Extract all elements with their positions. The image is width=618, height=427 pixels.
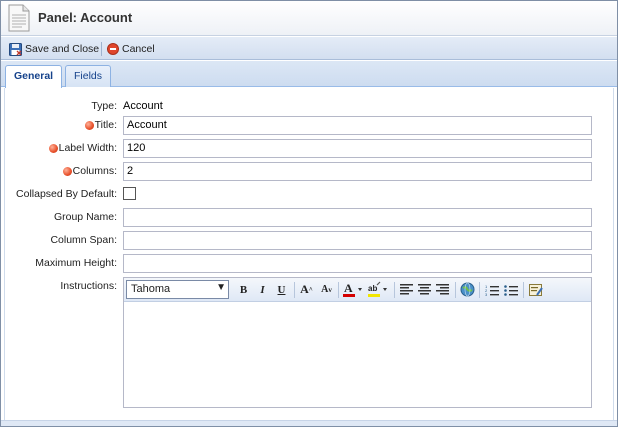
tab-fields[interactable]: Fields bbox=[65, 65, 112, 87]
save-and-close-button[interactable]: Save and Close bbox=[9, 41, 99, 57]
title-label-text: Title: bbox=[94, 119, 117, 131]
italic-icon[interactable]: I bbox=[254, 281, 271, 298]
grow-text-icon[interactable]: A ^ bbox=[298, 281, 315, 298]
font-color-icon[interactable]: A bbox=[342, 281, 364, 298]
panel-header: Panel: Account bbox=[1, 1, 617, 36]
align-center-icon[interactable] bbox=[416, 281, 433, 298]
max-height-input[interactable] bbox=[123, 254, 592, 273]
title-row: Title: Account bbox=[5, 116, 615, 136]
label-width-row: Label Width: 120 bbox=[5, 139, 615, 159]
column-span-label: Column Span: bbox=[50, 234, 117, 246]
source-edit-icon[interactable] bbox=[527, 281, 544, 298]
label-width-label-text: Label Width: bbox=[58, 142, 117, 154]
align-left-icon[interactable] bbox=[398, 281, 415, 298]
columns-input[interactable]: 2 bbox=[123, 162, 592, 181]
columns-label-text: Columns: bbox=[72, 165, 117, 177]
highlight-icon[interactable]: ab bbox=[367, 281, 389, 298]
editor-toolbar: Tahoma ▼ B I U A ^ Av A ab 1 2 3 bbox=[124, 278, 591, 302]
max-height-label: Maximum Height: bbox=[35, 257, 117, 269]
svg-text:ab: ab bbox=[368, 284, 377, 293]
footer-strip bbox=[1, 420, 617, 426]
editor-separator bbox=[479, 282, 480, 298]
required-icon bbox=[84, 120, 94, 130]
group-name-input[interactable] bbox=[123, 208, 592, 227]
cancel-label: Cancel bbox=[122, 43, 155, 55]
type-value: Account bbox=[123, 100, 163, 112]
collapsed-row: Collapsed By Default: bbox=[5, 185, 615, 205]
group-name-label: Group Name: bbox=[53, 211, 117, 223]
align-right-icon[interactable] bbox=[434, 281, 451, 298]
columns-row: Columns: 2 bbox=[5, 162, 615, 182]
editor-separator bbox=[455, 282, 456, 298]
action-toolbar: Save and Close Cancel bbox=[1, 37, 617, 60]
instructions-label: Instructions: bbox=[60, 280, 117, 292]
required-icon bbox=[48, 143, 58, 153]
save-and-close-label: Save and Close bbox=[25, 43, 100, 55]
required-icon bbox=[62, 166, 72, 176]
type-label: Type: bbox=[91, 100, 117, 112]
instructions-text-area[interactable] bbox=[124, 303, 591, 407]
label-width-label: Label Width: bbox=[48, 142, 117, 154]
label-width-input[interactable]: 120 bbox=[123, 139, 592, 158]
bold-icon[interactable]: B bbox=[235, 281, 252, 298]
numbered-list-icon[interactable]: 1 2 3 bbox=[483, 281, 500, 298]
title-label: Title: bbox=[84, 119, 117, 131]
editor-separator bbox=[394, 282, 395, 298]
svg-text:A: A bbox=[344, 281, 353, 295]
editor-separator bbox=[294, 282, 295, 298]
cancel-button[interactable]: Cancel bbox=[107, 41, 155, 57]
general-tab-content: Type: Account Title: Account Label Width… bbox=[4, 88, 614, 420]
type-row: Type: Account bbox=[5, 97, 615, 117]
columns-label: Columns: bbox=[62, 165, 117, 177]
insert-link-icon[interactable] bbox=[459, 281, 476, 298]
font-select-value: Tahoma bbox=[131, 283, 171, 295]
max-height-row: Maximum Height: bbox=[5, 254, 615, 274]
tab-general[interactable]: General bbox=[5, 65, 63, 88]
toolbar-separator bbox=[101, 42, 102, 56]
editor-separator bbox=[338, 282, 339, 298]
instructions-editor: Tahoma ▼ B I U A ^ Av A ab 1 2 3 bbox=[123, 277, 592, 408]
shrink-text-icon[interactable]: Av bbox=[318, 281, 335, 298]
page-title: Panel: Account bbox=[38, 10, 133, 25]
collapsed-checkbox[interactable] bbox=[123, 187, 136, 200]
underline-icon[interactable]: U bbox=[273, 281, 290, 298]
cancel-icon bbox=[107, 43, 119, 55]
save-icon bbox=[9, 42, 22, 56]
group-name-row: Group Name: bbox=[5, 208, 615, 228]
document-icon bbox=[8, 4, 30, 32]
chevron-down-icon: ▼ bbox=[216, 282, 226, 293]
title-input[interactable]: Account bbox=[123, 116, 592, 135]
column-span-input[interactable] bbox=[123, 231, 592, 250]
editor-separator bbox=[523, 282, 524, 298]
panel-window: Panel: Account Save and Close Cancel Gen… bbox=[0, 0, 618, 427]
bullet-list-icon[interactable] bbox=[502, 281, 519, 298]
collapsed-label: Collapsed By Default: bbox=[16, 188, 117, 200]
column-span-row: Column Span: bbox=[5, 231, 615, 251]
font-select[interactable]: Tahoma ▼ bbox=[126, 280, 229, 299]
tab-strip: General Fields bbox=[1, 61, 617, 88]
svg-text:3: 3 bbox=[485, 292, 488, 296]
